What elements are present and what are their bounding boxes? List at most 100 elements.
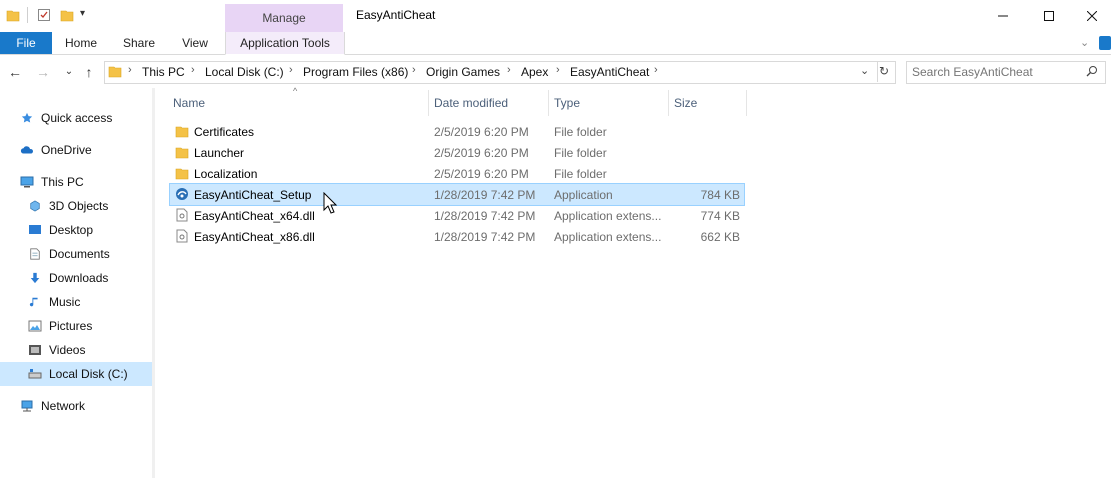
file-type: Application extens... [554,230,662,244]
ribbon-tab-strip [0,32,1111,55]
breadcrumb-local-disk[interactable]: Local Disk (C:) [205,65,284,79]
sidebar-item-3d-objects[interactable]: 3D Objects [28,194,150,218]
new-folder-icon[interactable] [60,8,74,22]
up-button[interactable]: ↑ [80,62,98,82]
file-name: EasyAntiCheat_x64.dll [194,209,315,223]
sidebar-item-label: Documents [49,247,110,261]
column-divider[interactable] [746,90,747,116]
breadcrumb-separator: › [412,64,416,76]
document-icon [30,248,40,260]
search-input[interactable] [912,65,1072,79]
sidebar-item-network[interactable]: Network [20,394,150,418]
tab-share[interactable]: Share [114,32,164,54]
tab-view[interactable]: View [172,32,218,54]
sidebar-item-label: This PC [41,175,84,189]
recent-locations-icon[interactable]: ⌄ [60,62,78,82]
sidebar-scrollbar[interactable] [152,88,155,478]
qa-divider [27,7,28,23]
folder-icon [175,126,189,138]
file-type: File folder [554,125,607,139]
sidebar-item-label: 3D Objects [49,199,109,213]
application-icon [176,188,188,200]
breadcrumb-this-pc[interactable]: This PC [142,65,185,79]
breadcrumb-easyanticheat[interactable]: EasyAntiCheat [570,65,649,79]
sidebar-item-label: Local Disk (C:) [49,367,128,381]
table-row[interactable]: Localization 2/5/2019 6:20 PM File folde… [170,163,744,184]
column-divider[interactable] [548,90,549,116]
file-date: 1/28/2019 7:42 PM [434,188,536,202]
file-type: Application extens... [554,209,662,223]
folder-icon [175,147,189,159]
file-name: Certificates [194,125,255,139]
tab-application-tools[interactable]: Application Tools [225,32,345,55]
folder-icon [108,66,122,78]
search-icon[interactable] [1086,65,1098,77]
sidebar-item-label: Pictures [49,319,93,333]
computer-icon [20,176,34,188]
breadcrumb-program-files[interactable]: Program Files (x86) [303,65,408,79]
minimize-button[interactable] [980,0,1026,32]
customize-qa-dropdown-icon[interactable]: ▾ [80,8,85,19]
address-divider [877,62,878,82]
breadcrumb-separator: › [556,64,560,76]
sidebar-item-label: Videos [49,343,86,357]
table-row[interactable]: EasyAntiCheat_x86.dll 1/28/2019 7:42 PM … [170,226,744,247]
file-date: 2/5/2019 6:20 PM [434,167,529,181]
file-name: EasyAntiCheat_x86.dll [194,230,315,244]
close-button[interactable] [1072,0,1111,32]
mouse-cursor-icon [323,192,337,214]
table-row-selected[interactable]: EasyAntiCheat_Setup 1/28/2019 7:42 PM Ap… [169,183,745,206]
music-icon [29,297,38,307]
sidebar-item-music[interactable]: Music [28,290,150,314]
desktop-icon [29,225,41,234]
column-header-name[interactable]: Name [173,96,205,110]
column-divider[interactable] [668,90,669,116]
address-dropdown-icon[interactable]: ⌄ [860,64,869,77]
sidebar-item-documents[interactable]: Documents [28,242,150,266]
file-size: 784 KB [700,188,740,202]
star-icon [21,112,33,123]
properties-icon[interactable] [37,8,51,22]
help-icon[interactable] [1099,36,1111,50]
breadcrumb-origin-games[interactable]: Origin Games [426,65,500,79]
breadcrumb-apex[interactable]: Apex [521,65,548,79]
column-divider[interactable] [428,90,429,116]
file-size: 662 KB [700,230,740,244]
back-button[interactable]: ← [6,62,24,82]
file-type: File folder [554,146,607,160]
sidebar-item-quick-access[interactable]: Quick access [20,106,150,130]
sidebar-item-desktop[interactable]: Desktop [28,218,150,242]
expand-ribbon-icon[interactable]: ⌄ [1080,36,1089,49]
tab-home[interactable]: Home [56,32,106,54]
sidebar-item-pictures[interactable]: Pictures [28,314,150,338]
sidebar-item-this-pc[interactable]: This PC [20,170,150,194]
column-header-date[interactable]: Date modified [434,96,508,110]
table-row[interactable]: Certificates 2/5/2019 6:20 PM File folde… [170,121,744,142]
sort-ascending-icon: ^ [293,86,298,96]
refresh-icon[interactable]: ↻ [879,64,889,78]
sidebar-item-downloads[interactable]: Downloads [28,266,150,290]
window-title: EasyAntiCheat [356,8,436,22]
file-name: Launcher [194,146,245,160]
table-row[interactable]: Launcher 2/5/2019 6:20 PM File folder [170,142,744,163]
file-name: EasyAntiCheat_Setup [194,188,312,202]
tab-file[interactable]: File [0,32,52,54]
sidebar-item-onedrive[interactable]: OneDrive [20,138,150,162]
table-row[interactable]: EasyAntiCheat_x64.dll 1/28/2019 7:42 PM … [170,205,744,226]
column-header-size[interactable]: Size [674,96,697,110]
folder-icon[interactable] [6,8,20,22]
breadcrumb-separator: › [128,64,132,76]
breadcrumb-separator: › [507,64,511,76]
cloud-icon [20,146,34,154]
file-date: 2/5/2019 6:20 PM [434,125,529,139]
column-header-type[interactable]: Type [554,96,580,110]
sidebar-item-local-disk[interactable]: Local Disk (C:) [28,362,150,386]
sidebar-item-videos[interactable]: Videos [28,338,150,362]
dll-file-icon [176,208,188,222]
minimize-icon [998,15,1008,17]
forward-button[interactable]: → [34,62,52,82]
sidebar-item-label: Downloads [49,271,109,285]
title-bar [0,0,1111,32]
maximize-button[interactable] [1026,0,1072,32]
picture-icon [28,320,42,332]
